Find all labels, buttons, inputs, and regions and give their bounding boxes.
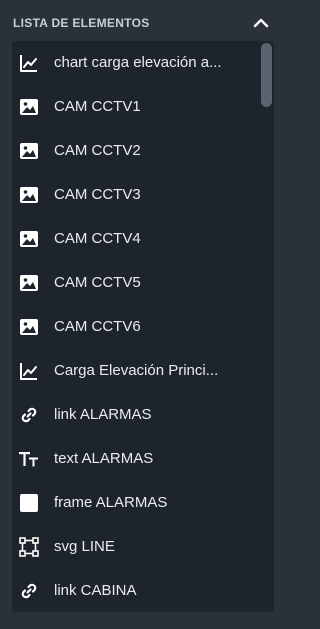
image-icon: [18, 140, 40, 162]
link-icon: [18, 580, 40, 602]
list-item[interactable]: link CABINA: [12, 569, 256, 612]
list-item[interactable]: svg LINE: [12, 525, 256, 569]
list-item-label: svg LINE: [54, 538, 115, 555]
list-item[interactable]: Carga Elevación Princi...: [12, 349, 256, 393]
list-item-label: chart carga elevación a...: [54, 54, 222, 71]
image-icon: [18, 184, 40, 206]
list-item-label: link ALARMAS: [54, 406, 152, 423]
chart-line-icon: [18, 360, 40, 382]
chart-line-icon: [18, 52, 40, 74]
list-item[interactable]: CAM CCTV3: [12, 173, 256, 217]
list-item-label: CAM CCTV4: [54, 230, 141, 247]
list-item[interactable]: CAM CCTV6: [12, 305, 256, 349]
element-list-panel: LISTA DE ELEMENTOS chart carga elevación…: [0, 0, 287, 629]
image-icon: [18, 96, 40, 118]
list-item[interactable]: frame ALARMAS: [12, 481, 256, 525]
list-item[interactable]: text ALARMAS: [12, 437, 256, 481]
scrollbar[interactable]: [261, 43, 272, 609]
panel-title: LISTA DE ELEMENTOS: [13, 16, 150, 30]
scrollbar-thumb[interactable]: [261, 43, 272, 107]
list-item-label: CAM CCTV1: [54, 98, 141, 115]
list-item[interactable]: CAM CCTV4: [12, 217, 256, 261]
list-item-label: CAM CCTV3: [54, 186, 141, 203]
list-item-label: CAM CCTV6: [54, 318, 141, 335]
chevron-up-icon[interactable]: [251, 13, 271, 33]
list-item[interactable]: CAM CCTV5: [12, 261, 256, 305]
image-icon: [18, 316, 40, 338]
image-icon: [18, 228, 40, 250]
vector-square-icon: [18, 536, 40, 558]
list-item[interactable]: link ALARMAS: [12, 393, 256, 437]
list-item-label: CAM CCTV5: [54, 274, 141, 291]
list-item[interactable]: chart carga elevación a...: [12, 41, 256, 85]
list-item[interactable]: CAM CCTV2: [12, 129, 256, 173]
list-item-label: text ALARMAS: [54, 450, 154, 467]
list-item-label: CAM CCTV2: [54, 142, 141, 159]
frame-icon: [18, 492, 40, 514]
list-item[interactable]: CAM CCTV1: [12, 85, 256, 129]
panel-header: LISTA DE ELEMENTOS: [13, 0, 275, 44]
text-icon: [18, 448, 40, 470]
list-item-label: link CABINA: [54, 582, 137, 599]
element-list[interactable]: chart carga elevación a... CAM CCTV1 CAM C…: [12, 41, 274, 612]
list-item-label: Carga Elevación Princi...: [54, 362, 219, 379]
image-icon: [18, 272, 40, 294]
element-list-items: chart carga elevación a... CAM CCTV1 CAM C…: [12, 41, 256, 612]
list-item-label: frame ALARMAS: [54, 494, 168, 511]
link-icon: [18, 404, 40, 426]
